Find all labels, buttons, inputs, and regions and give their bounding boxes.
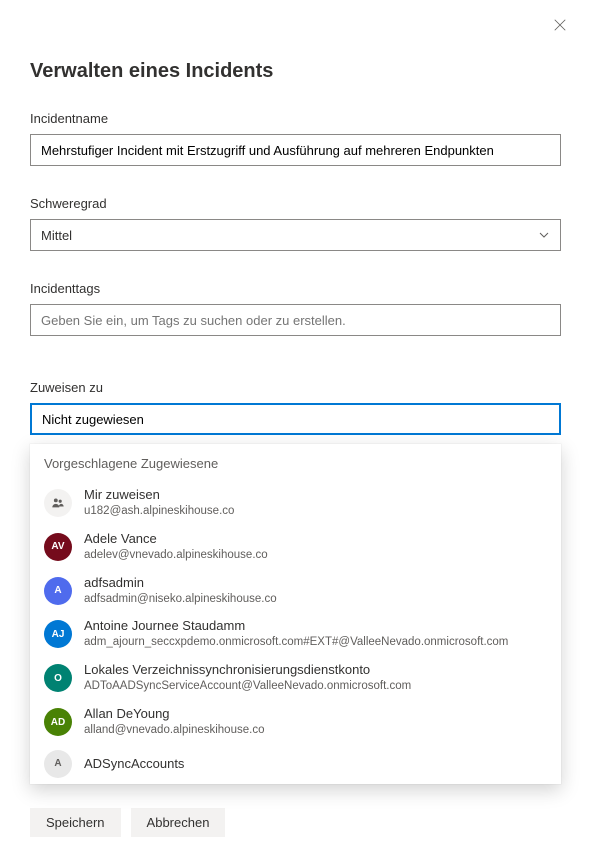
- avatar: A: [44, 577, 72, 605]
- assign-to-input[interactable]: [30, 403, 561, 435]
- close-button[interactable]: [553, 18, 569, 34]
- person-name: adfsadmin: [84, 575, 277, 592]
- tags-input[interactable]: [30, 304, 561, 336]
- assign-option[interactable]: Mir zuweisenu182@ash.alpineskihouse.co: [30, 481, 561, 525]
- dropdown-header: Vorgeschlagene Zugewiesene: [30, 444, 561, 481]
- severity-select[interactable]: Mittel: [30, 219, 561, 251]
- person-name: Antoine Journee Staudamm: [84, 618, 508, 635]
- person-email: u182@ash.alpineskihouse.co: [84, 504, 234, 519]
- assign-option[interactable]: O Lokales Verzeichnissynchronisierungsdie…: [30, 656, 561, 700]
- person-email: alland@vnevado.alpineskihouse.co: [84, 723, 264, 738]
- severity-label: Schweregrad: [30, 196, 561, 211]
- assign-option[interactable]: AD Allan DeYoungalland@vnevado.alpineskih…: [30, 700, 561, 744]
- person-email: adm_ajourn_seccxpdemo.onmicrosoft.com#EX…: [84, 635, 508, 650]
- page-title: Verwalten eines Incidents: [30, 60, 561, 83]
- avatar: AJ: [44, 620, 72, 648]
- avatar: AD: [44, 708, 72, 736]
- assign-option[interactable]: AJ Antoine Journee Staudammadm_ajourn_sec…: [30, 612, 561, 656]
- chevron-down-icon: [538, 229, 550, 241]
- person-name: Mir zuweisen: [84, 487, 234, 504]
- people-icon: [44, 489, 72, 517]
- avatar: O: [44, 664, 72, 692]
- incident-name-label: Incidentname: [30, 111, 561, 126]
- person-name: Allan DeYoung: [84, 706, 264, 723]
- person-name: Lokales Verzeichnissynchronisierungsdien…: [84, 662, 411, 679]
- avatar: A: [44, 750, 72, 778]
- assign-option[interactable]: AV Adele Vanceadelev@vnevado.alpineskihou…: [30, 525, 561, 569]
- assign-to-label: Zuweisen zu: [30, 380, 561, 395]
- assign-dropdown: Vorgeschlagene Zugewiesene Mir zuweisenu…: [30, 444, 561, 784]
- close-icon: [553, 18, 567, 32]
- person-email: adfsadmin@niseko.alpineskihouse.co: [84, 592, 277, 607]
- avatar: AV: [44, 533, 72, 561]
- person-name: Adele Vance: [84, 531, 268, 548]
- cancel-button[interactable]: Abbrechen: [131, 808, 226, 837]
- severity-value: Mittel: [41, 228, 72, 243]
- incident-name-input[interactable]: [30, 134, 561, 166]
- person-name: ADSyncAccounts: [84, 756, 184, 773]
- assign-option[interactable]: Aadfsadminadfsadmin@niseko.alpineskihous…: [30, 569, 561, 613]
- tags-label: Incidenttags: [30, 281, 561, 296]
- dropdown-scroll[interactable]: Mir zuweisenu182@ash.alpineskihouse.coAV…: [30, 481, 561, 784]
- person-email: adelev@vnevado.alpineskihouse.co: [84, 548, 268, 563]
- person-email: ADToAADSyncServiceAccount@ValleeNevado.o…: [84, 679, 411, 694]
- save-button[interactable]: Speichern: [30, 808, 121, 837]
- assign-option[interactable]: A ADSyncAccounts: [30, 744, 561, 784]
